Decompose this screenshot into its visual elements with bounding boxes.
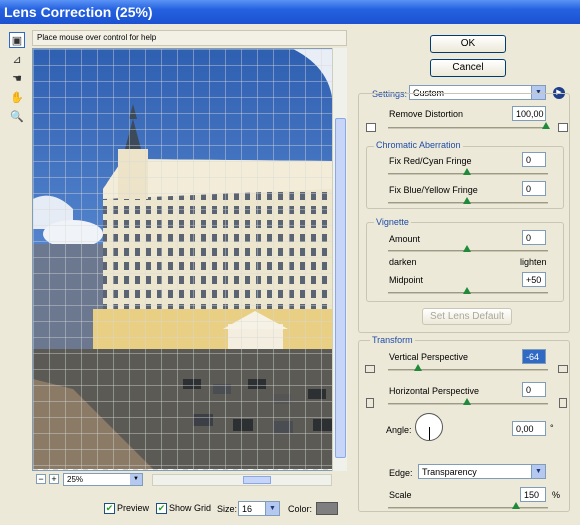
vertical-perspective-right-icon xyxy=(558,365,568,373)
zoom-value: 25% xyxy=(67,475,84,484)
size-label: Size: xyxy=(217,504,238,514)
remove-distortion-tool-icon[interactable]: ▣ xyxy=(9,32,25,48)
blue-yellow-slider-knob[interactable] xyxy=(463,197,471,204)
blue-yellow-label: Fix Blue/Yellow Fringe xyxy=(389,185,478,195)
set-lens-default-button[interactable]: Set Lens Default xyxy=(422,308,512,325)
scale-slider-knob[interactable] xyxy=(512,502,520,509)
vertical-perspective-input[interactable]: -64 xyxy=(522,349,546,364)
horizontal-perspective-left-icon xyxy=(366,398,374,408)
vertical-perspective-slider-knob[interactable] xyxy=(414,364,422,371)
pincushion-icon xyxy=(366,123,376,132)
cancel-button[interactable]: Cancel xyxy=(430,59,506,77)
blue-yellow-input[interactable]: 0 xyxy=(522,181,546,196)
scale-input[interactable]: 150 xyxy=(520,487,546,502)
midpoint-label: Midpoint xyxy=(389,275,424,285)
move-grid-tool-icon[interactable]: ☚ xyxy=(9,70,25,86)
scale-unit: % xyxy=(552,490,561,500)
grid-color-swatch[interactable] xyxy=(316,502,338,515)
photo-preview xyxy=(33,49,346,470)
zoom-bar: − + 25% ▼ xyxy=(32,471,347,487)
vertical-perspective-slider[interactable] xyxy=(388,369,548,371)
chromatic-title: Chromatic Aberration xyxy=(374,140,463,150)
horizontal-perspective-label: Horizontal Perspective xyxy=(389,386,480,396)
remove-distortion-label: Remove Distortion xyxy=(389,109,464,119)
vertical-perspective-label: Vertical Perspective xyxy=(389,352,469,362)
horizontal-perspective-right-icon xyxy=(559,398,567,408)
edge-label: Edge: xyxy=(389,468,413,478)
remove-distortion-slider[interactable] xyxy=(388,127,548,129)
angle-label: Angle: xyxy=(386,425,412,435)
angle-dial[interactable] xyxy=(415,413,443,441)
preview-vertical-scrollbar[interactable] xyxy=(332,48,347,471)
amount-slider-knob[interactable] xyxy=(463,245,471,252)
chevron-down-icon: ▼ xyxy=(130,474,142,485)
red-cyan-input[interactable]: 0 xyxy=(522,152,546,167)
preview-horizontal-scrollbar[interactable] xyxy=(152,474,332,486)
show-grid-checkbox[interactable]: ✔ Show Grid xyxy=(156,503,211,515)
image-preview[interactable] xyxy=(32,48,347,471)
help-hint: Place mouse over control for help xyxy=(32,30,347,46)
checkmark-icon: ✔ xyxy=(104,503,115,515)
lighten-label: lighten xyxy=(520,257,547,267)
edge-select[interactable]: Transparency ▼ xyxy=(418,464,546,479)
grid-size-select[interactable]: 16 ▼ xyxy=(238,501,280,516)
transform-title: Transform xyxy=(370,335,415,345)
hand-tool-icon[interactable]: ✋ xyxy=(9,89,25,105)
preview-checkbox[interactable]: ✔ Preview xyxy=(104,503,149,515)
checkmark-icon: ✔ xyxy=(156,503,167,515)
zoom-select[interactable]: 25% ▼ xyxy=(63,473,143,486)
chevron-down-icon: ▼ xyxy=(265,502,279,515)
darken-label: darken xyxy=(389,257,417,267)
midpoint-input[interactable]: +50 xyxy=(522,272,546,287)
vignette-title: Vignette xyxy=(374,217,411,227)
midpoint-slider-knob[interactable] xyxy=(463,287,471,294)
angle-input[interactable]: 0,00 xyxy=(512,421,546,436)
amount-label: Amount xyxy=(389,234,421,244)
scale-label: Scale xyxy=(389,490,412,500)
vertical-perspective-left-icon xyxy=(365,365,375,373)
remove-distortion-slider-knob[interactable] xyxy=(542,122,550,129)
straighten-tool-icon[interactable]: ⊿ xyxy=(9,51,25,67)
chevron-down-icon: ▼ xyxy=(531,465,545,478)
zoom-tool-icon[interactable]: 🔍 xyxy=(9,108,25,124)
amount-input[interactable]: 0 xyxy=(522,230,546,245)
scale-slider[interactable] xyxy=(388,507,548,509)
remove-distortion-input[interactable]: 100,00 xyxy=(512,106,546,121)
ok-button[interactable]: OK xyxy=(430,35,506,53)
window-title: Lens Correction (25%) xyxy=(4,4,153,20)
horizontal-perspective-slider-knob[interactable] xyxy=(463,398,471,405)
barrel-icon xyxy=(558,123,568,132)
red-cyan-label: Fix Red/Cyan Fringe xyxy=(389,156,472,166)
title-bar: Lens Correction (25%) xyxy=(0,0,580,24)
angle-unit: ° xyxy=(550,423,554,433)
color-label: Color: xyxy=(288,504,313,514)
horizontal-perspective-input[interactable]: 0 xyxy=(522,382,546,397)
red-cyan-slider-knob[interactable] xyxy=(463,168,471,175)
zoom-in-button[interactable]: + xyxy=(49,474,59,484)
zoom-out-button[interactable]: − xyxy=(36,474,46,484)
